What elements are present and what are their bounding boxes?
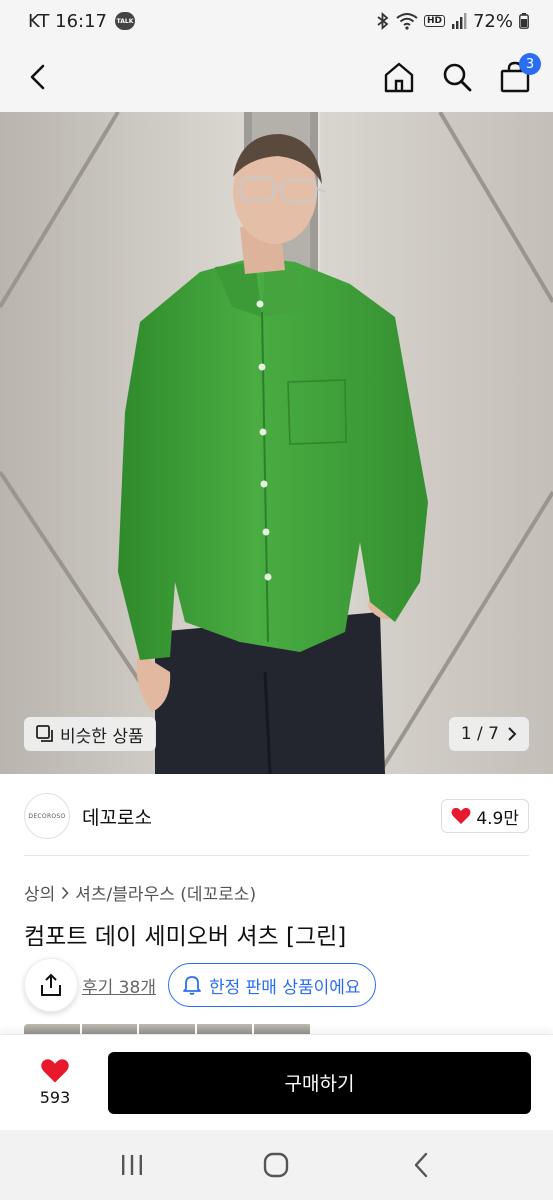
breadcrumb-category[interactable]: 상의 (24, 880, 55, 905)
limited-sale-label: 한정 판매 상품이에요 (208, 977, 361, 998)
status-right: HD 72% (376, 11, 529, 32)
carrier-time: KT 16:17 (28, 10, 107, 32)
home-button[interactable] (381, 59, 417, 95)
hd-badge: HD (423, 15, 445, 27)
status-bar: KT 16:17 TALK HD 72% (0, 0, 553, 42)
system-back-button[interactable] (401, 1145, 441, 1185)
wifi-icon (396, 13, 418, 30)
signal-icon (451, 13, 467, 29)
back-icon (30, 64, 45, 90)
product-title: 컴포트 데이 세미오버 셔츠 [그린] (24, 924, 347, 950)
limited-sale-badge[interactable]: 한정 판매 상품이에요 (167, 963, 376, 1007)
home-system-button[interactable] (256, 1145, 296, 1185)
buy-button[interactable]: 구매하기 (108, 1051, 531, 1114)
image-page-indicator[interactable]: 1 / 7 (448, 717, 529, 751)
back-button[interactable] (20, 59, 56, 95)
brand-like-button[interactable]: 4.9만 (441, 799, 529, 833)
purchase-bar: 593 구매하기 (0, 1034, 553, 1130)
page-indicator-text: 1 / 7 (460, 724, 499, 744)
similar-products-button[interactable]: 비슷한 상품 (24, 717, 156, 751)
cart-button[interactable]: 3 (497, 53, 541, 95)
bell-icon (183, 976, 201, 995)
wishlist-count: 593 (39, 1088, 71, 1107)
back-chevron-icon (414, 1152, 428, 1178)
home-circle-icon (264, 1152, 289, 1178)
share-icon (41, 973, 61, 996)
heart-icon (451, 807, 471, 824)
home-icon (384, 62, 414, 93)
similar-products-label: 비슷한 상품 (60, 726, 144, 747)
brand-logo[interactable]: DECOROSO (24, 793, 70, 839)
brand-like-count: 4.9만 (476, 808, 519, 829)
nav-actions: 3 (381, 53, 541, 95)
heart-icon (41, 1059, 69, 1083)
similar-items-icon (36, 725, 53, 742)
brand-logo-text: DECOROSO (28, 812, 66, 820)
divider (24, 855, 529, 856)
battery-icon (519, 13, 529, 29)
battery-percent: 72% (472, 10, 513, 32)
brand-name[interactable]: 데꼬로소 (82, 803, 152, 830)
recent-apps-icon (122, 1155, 143, 1175)
status-left: KT 16:17 TALK (28, 11, 135, 32)
brand-row: DECOROSO 데꼬로소 4.9만 (24, 790, 529, 842)
bluetooth-icon (377, 12, 389, 30)
talk-icon: TALK (115, 12, 135, 30)
chevron-right-icon (62, 886, 69, 899)
product-image-carousel[interactable]: 비슷한 상품 1 / 7 (0, 112, 553, 774)
share-button[interactable] (24, 958, 78, 1012)
chevron-right-icon (508, 727, 517, 741)
breadcrumb-subcategory[interactable]: 셔츠/블라우스 (데꼬로소) (75, 880, 256, 905)
review-row: 후기 38개 한정 판매 상품이에요 (24, 955, 529, 1015)
search-button[interactable] (439, 59, 475, 95)
breadcrumb: 상의 셔츠/블라우스 (데꼬로소) (24, 880, 256, 905)
wishlist-button[interactable]: 593 (20, 1058, 90, 1107)
system-navigation-bar (0, 1130, 553, 1200)
reviews-link[interactable]: 후기 38개 (82, 973, 156, 998)
recent-apps-button[interactable] (112, 1145, 152, 1185)
search-icon (443, 63, 472, 92)
cart-count-badge: 3 (519, 53, 541, 75)
top-nav: 3 (0, 42, 553, 112)
product-photo (0, 112, 553, 774)
